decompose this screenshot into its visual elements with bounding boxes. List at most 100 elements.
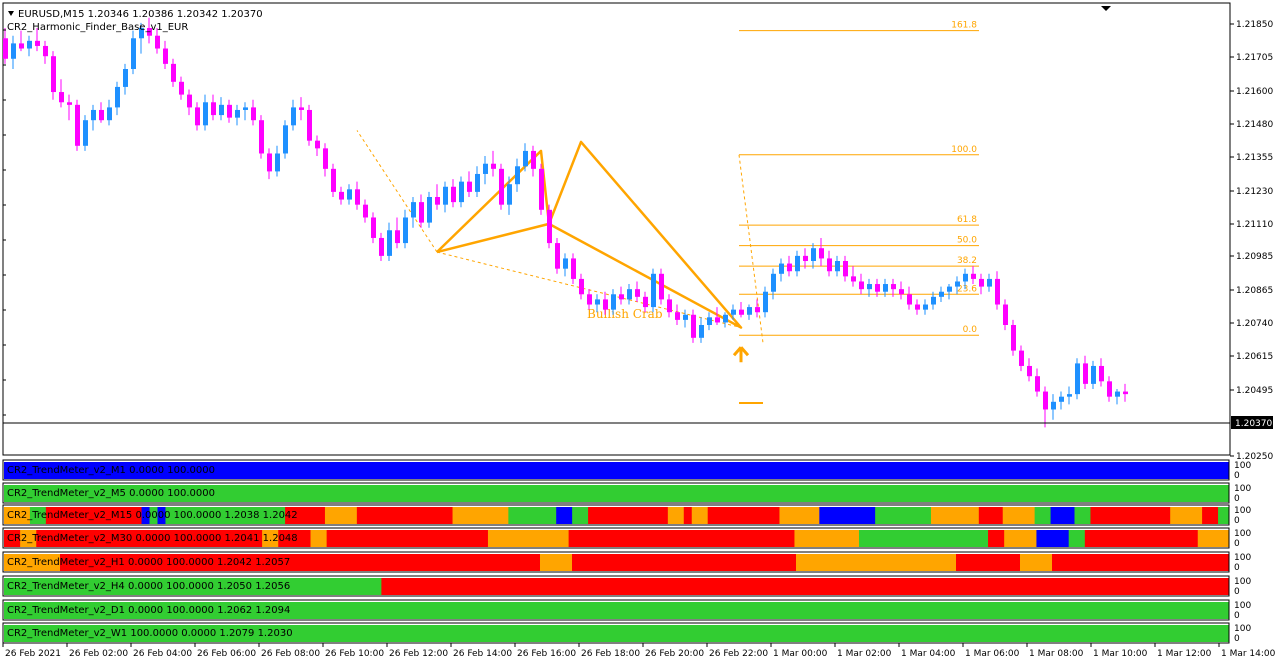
candle-body xyxy=(579,278,584,295)
time-tick-label: 1 Mar 04:00 xyxy=(901,649,956,659)
candle-body xyxy=(1019,350,1024,366)
candle-body xyxy=(1091,365,1096,384)
candle-body xyxy=(723,314,728,323)
price-tick-label: 1.21850 xyxy=(1236,20,1273,30)
candle-body xyxy=(187,94,192,108)
candle-body xyxy=(1003,304,1008,325)
panel-scale-top: 100 xyxy=(1234,506,1251,516)
candle-body xyxy=(51,56,56,93)
candle-body xyxy=(771,273,776,292)
trend-segment xyxy=(326,530,489,547)
candle-body xyxy=(747,307,752,315)
trend-segment xyxy=(487,530,570,547)
candle-body xyxy=(459,181,464,203)
candle-body xyxy=(355,189,360,205)
candle-body xyxy=(491,163,496,169)
candle-body xyxy=(451,186,456,203)
candle-body xyxy=(1027,365,1032,377)
trend-meter-panel[interactable]: CR2_TrendMeter_v2_M30 0.0000 100.0000 1.… xyxy=(2,527,1251,549)
trend-segment xyxy=(1170,507,1203,524)
candle-body xyxy=(835,261,840,272)
candle-body xyxy=(955,281,960,287)
candle-body xyxy=(331,168,336,192)
price-chart-frame[interactable] xyxy=(2,2,1231,456)
price-tick-label: 1.21705 xyxy=(1236,53,1273,63)
price-tick-label: 1.21480 xyxy=(1236,120,1273,130)
trend-segment xyxy=(667,507,685,524)
trend-segment xyxy=(1034,507,1052,524)
candle-body xyxy=(267,153,272,172)
candle-body xyxy=(907,294,912,305)
candle-body xyxy=(219,104,224,116)
candle-body xyxy=(731,309,736,315)
panel-scale-bottom: 0 xyxy=(1234,587,1240,597)
trend-segment xyxy=(796,554,957,571)
candle-body xyxy=(523,150,528,167)
trend-segment xyxy=(1218,507,1229,524)
candle-body xyxy=(75,104,80,146)
price-tick-label: 1.20615 xyxy=(1236,352,1273,362)
candle-body xyxy=(643,296,648,308)
candle-body xyxy=(347,189,352,200)
candle-body xyxy=(947,286,952,292)
candle-body xyxy=(539,168,544,210)
time-tick-label: 26 Feb 04:00 xyxy=(133,649,192,659)
candle-body xyxy=(683,314,688,320)
candle-body xyxy=(659,273,664,300)
price-tick-label: 1.21110 xyxy=(1236,220,1273,230)
candle-body xyxy=(699,325,704,338)
candle-body xyxy=(675,312,680,320)
time-tick-label: 26 Feb 08:00 xyxy=(261,649,320,659)
trend-meter-panel[interactable]: CR2_TrendMeter_v2_H4 0.0000 100.0000 1.2… xyxy=(2,575,1251,597)
candle-body xyxy=(635,289,640,297)
price-tick-label: 1.20495 xyxy=(1236,386,1273,396)
candle-body xyxy=(371,217,376,238)
panel-scale-bottom: 0 xyxy=(1234,563,1240,573)
candle-body xyxy=(379,237,384,256)
candle-body xyxy=(499,168,504,205)
candle-body xyxy=(163,48,168,64)
time-tick-label: 26 Feb 06:00 xyxy=(197,649,256,659)
candle-body xyxy=(931,296,936,305)
trend-segment xyxy=(683,507,693,524)
candle-body xyxy=(243,107,248,110)
panel-label: CR2_TrendMeter_v2_D1 0.0000 100.0000 1.2… xyxy=(7,605,290,616)
trend-segment xyxy=(540,554,573,571)
time-axis: 26 Feb 2021 26 Feb 02:00 26 Feb 04:00 26 Fe… xyxy=(2,643,1276,659)
candle-body xyxy=(667,299,672,313)
current-price-label: 1.20370 xyxy=(1235,419,1272,429)
candle-body xyxy=(811,248,816,261)
trend-segment xyxy=(956,554,1021,571)
trend-meter-panel[interactable]: CR2_TrendMeter_v2_W1 100.0000 0.0000 1.2… xyxy=(2,622,1251,644)
trend-meter-panel[interactable]: CR2_TrendMeter_v2_M5 0.0000 100.0000 1000 xyxy=(2,482,1251,504)
candle-body xyxy=(587,294,592,305)
trend-segment xyxy=(691,507,709,524)
candle-body xyxy=(275,153,280,172)
candle-body xyxy=(1059,396,1064,402)
panel-scale-bottom: 0 xyxy=(1234,471,1240,481)
chart-window[interactable]: 161.8 100.0 61.8 50.0 38.2 23.6 0.0 Bullish Cr… xyxy=(0,0,1278,666)
panel-label: CR2_TrendMeter_v2_W1 100.0000 0.0000 1.2… xyxy=(7,628,293,639)
candle-body xyxy=(971,273,976,279)
trend-meter-panel[interactable]: CR2_TrendMeter_v2_D1 0.0000 100.0000 1.2… xyxy=(2,599,1251,621)
candle-body xyxy=(59,92,64,103)
price-tick-label: 1.21600 xyxy=(1236,87,1273,97)
candle-body xyxy=(467,181,472,192)
trend-segment xyxy=(858,530,989,547)
panel-label: CR2_TrendMeter_v2_H1 0.0000 100.0000 1.2… xyxy=(7,557,290,568)
panel-scale-bottom: 0 xyxy=(1234,494,1240,504)
candle-body xyxy=(1083,363,1088,384)
candle-body xyxy=(507,184,512,205)
trend-meter-panel[interactable]: CR2_TrendMeter_v2_H1 0.0000 100.0000 1.2… xyxy=(2,551,1251,573)
candle-body xyxy=(323,148,328,169)
trend-segment xyxy=(324,507,358,524)
trend-segment xyxy=(1197,530,1229,547)
candle-body xyxy=(1123,391,1128,395)
candle-body xyxy=(779,263,784,274)
trend-meter-panel[interactable]: CR2_TrendMeter_v2_M1 0.0000 100.0000 1000 xyxy=(2,459,1251,481)
trend-meter-panel[interactable]: CR2_TrendMeter_v2_M15 0.0000 100.0000 1.… xyxy=(2,504,1251,526)
candle-body xyxy=(339,191,344,200)
price-tick-label: 1.20740 xyxy=(1236,319,1273,329)
candle-body xyxy=(1043,391,1048,410)
candle-body xyxy=(419,202,424,223)
